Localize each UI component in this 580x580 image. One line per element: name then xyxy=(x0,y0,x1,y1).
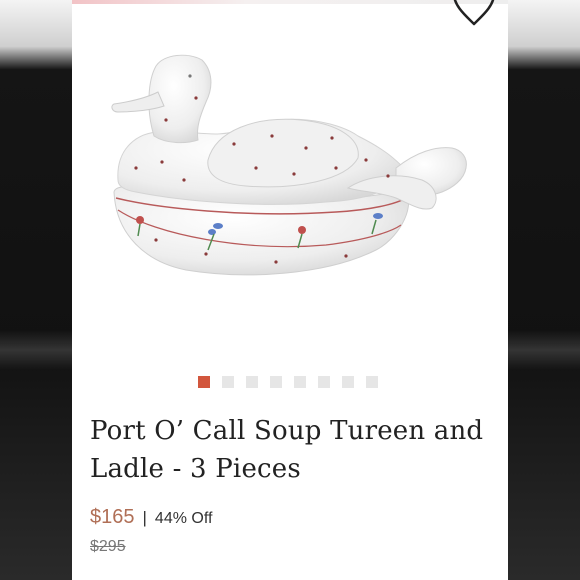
original-price: $295 xyxy=(90,538,126,555)
carousel-dot[interactable] xyxy=(246,376,258,388)
price-row: $165 | 44% Off xyxy=(90,506,212,529)
carousel-dot[interactable] xyxy=(366,376,378,388)
product-title-line-2: Ladle - 3 Pieces xyxy=(90,454,301,484)
carousel-dot[interactable] xyxy=(342,376,354,388)
top-strip xyxy=(72,0,508,4)
carousel-dot-active[interactable] xyxy=(198,376,210,388)
carousel-dots xyxy=(198,376,378,388)
blurred-backdrop-right xyxy=(508,0,580,580)
carousel-dot[interactable] xyxy=(222,376,234,388)
product-title-line-1: Port O’ Call Soup Tureen and xyxy=(90,416,484,446)
product-title: Port O’ Call Soup Tureen and Ladle - 3 P… xyxy=(90,412,500,488)
discount-label: 44% Off xyxy=(154,510,213,527)
carousel-dot[interactable] xyxy=(318,376,330,388)
sale-price: $165 xyxy=(90,506,135,528)
heart-outline-icon xyxy=(453,0,495,26)
price-separator: | xyxy=(142,508,147,527)
product-image[interactable] xyxy=(96,40,484,340)
like-button[interactable] xyxy=(450,0,498,30)
carousel-dot[interactable] xyxy=(270,376,282,388)
carousel-dot[interactable] xyxy=(294,376,306,388)
blurred-backdrop-left xyxy=(0,0,72,580)
